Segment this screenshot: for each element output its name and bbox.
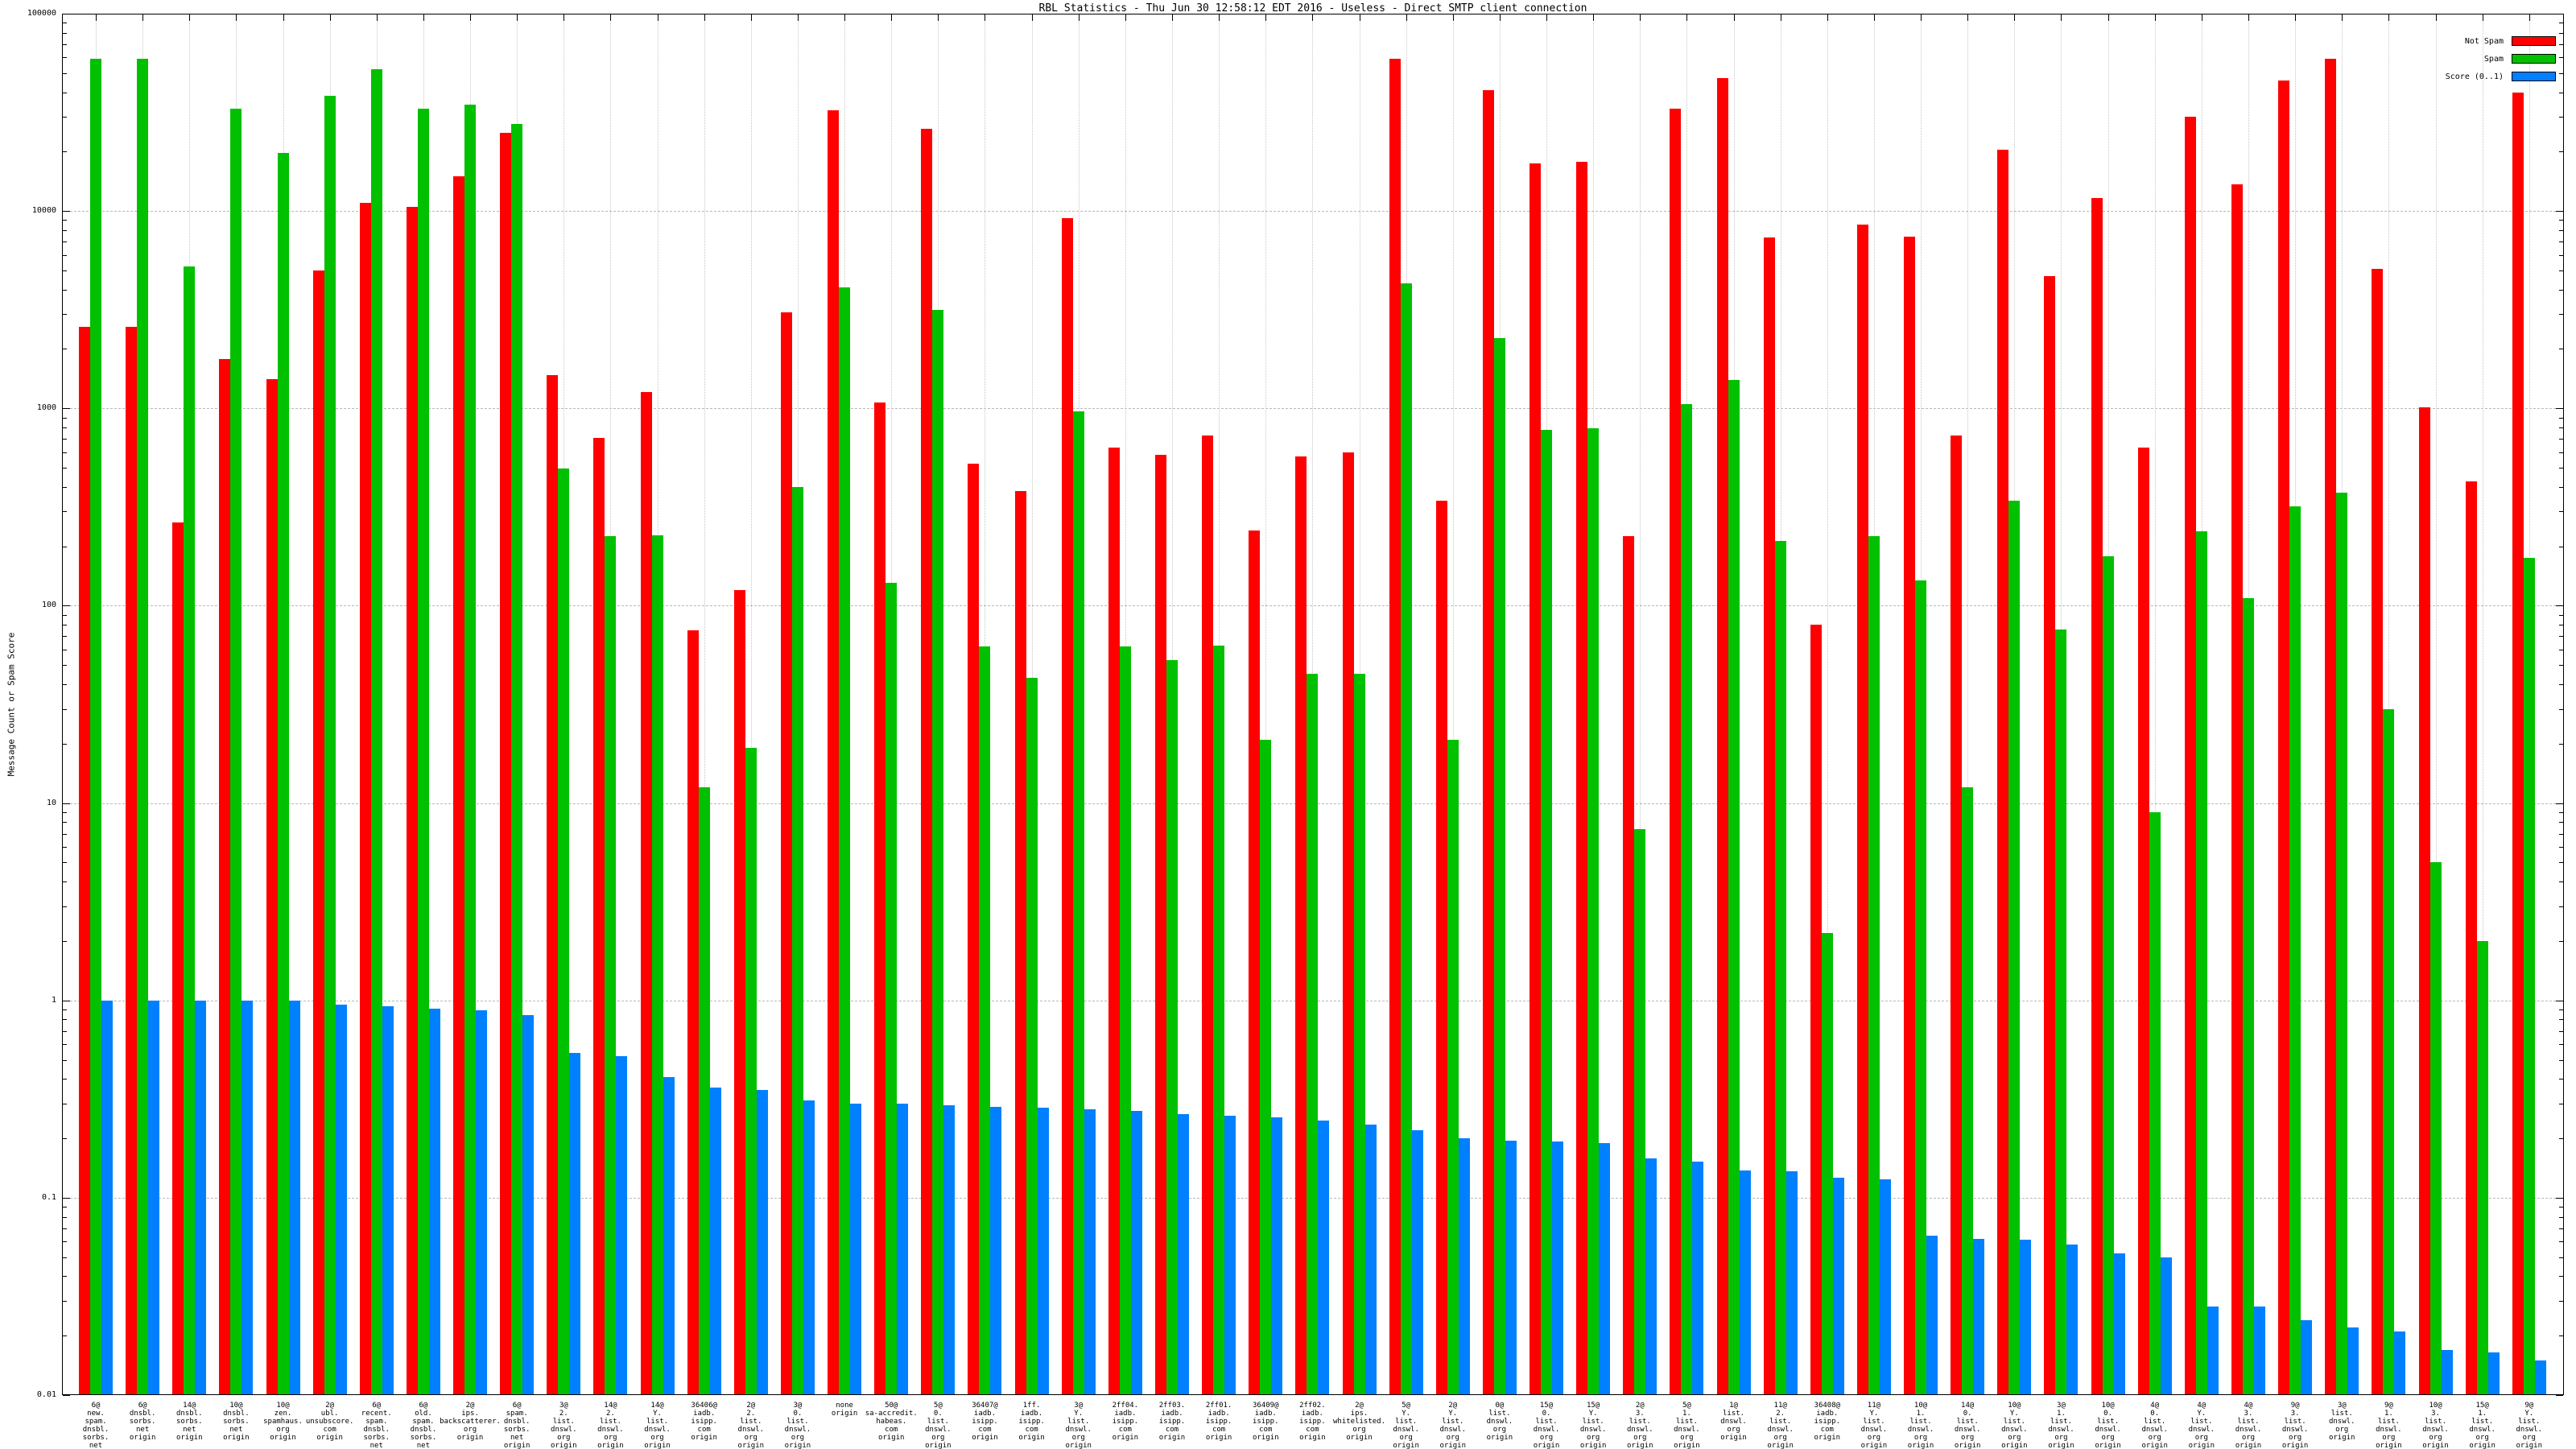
y-tick-label: 10 — [6, 798, 56, 809]
x-tick-label-line: list. — [2485, 1418, 2574, 1426]
rbl-statistics-chart: RBL Statistics - Thu Jun 30 12:58:12 EDT… — [0, 0, 2576, 1449]
x-tick-label-line: origin — [1736, 1442, 1825, 1449]
y-tick-label: 0.1 — [6, 1192, 56, 1203]
y-tick-label: 10000 — [6, 205, 56, 217]
x-tick-label-line: net — [52, 1442, 140, 1449]
y-tick-major-right — [2556, 1395, 2563, 1396]
chart-title: RBL Statistics - Thu Jun 30 12:58:12 EDT… — [62, 2, 2564, 14]
y-tick-label: 1000 — [6, 402, 56, 414]
x-tick-label-line: origin — [2251, 1442, 2339, 1449]
legend-swatch — [2512, 36, 2556, 46]
x-tick-label-line: dnswl. — [753, 1426, 842, 1434]
y-tick-label: 0.01 — [6, 1389, 56, 1401]
plot-border — [62, 14, 2564, 1395]
legend: Not Spam Spam Score (0..1) — [2446, 32, 2556, 85]
y-tick-label: 100 — [6, 600, 56, 611]
x-tick-label-line: net — [379, 1442, 468, 1449]
y-tick-major-left — [63, 1395, 70, 1396]
x-tick-label-line: origin — [1034, 1442, 1123, 1449]
x-tick-label-line: 9@ — [2485, 1402, 2574, 1410]
x-tick-label-line: origin — [2485, 1442, 2574, 1449]
y-tick-label: 1 — [6, 995, 56, 1006]
x-tick-label-line: list. — [753, 1418, 842, 1426]
x-tick-label-line: origin — [753, 1442, 842, 1449]
legend-label: Spam — [2484, 55, 2504, 64]
x-tick-label-line: org — [2485, 1434, 2574, 1442]
legend-entry: Spam — [2446, 50, 2556, 68]
y-axis-label: Message Count or Spam Score — [6, 633, 17, 777]
legend-swatch — [2512, 72, 2556, 81]
legend-entry: Score (0..1) — [2446, 68, 2556, 85]
x-tick-label-line: Y. — [2485, 1410, 2574, 1418]
x-tick-label-line: origin — [1642, 1442, 1731, 1449]
x-tick-label-line: origin — [894, 1442, 982, 1449]
x-tick-label-line: origin — [1409, 1442, 1497, 1449]
legend-label: Not Spam — [2465, 37, 2504, 46]
x-tick-label-line: dnswl. — [2485, 1426, 2574, 1434]
x-tick-label-line: origin — [613, 1442, 702, 1449]
x-tick-label-line: org — [753, 1434, 842, 1442]
y-tick-label: 100000 — [6, 8, 56, 19]
legend-swatch — [2512, 54, 2556, 64]
x-tick-label: 9@Y.list.dnswl.orgorigin — [2485, 1402, 2574, 1449]
legend-label: Score (0..1) — [2446, 72, 2504, 81]
legend-entry: Not Spam — [2446, 32, 2556, 50]
